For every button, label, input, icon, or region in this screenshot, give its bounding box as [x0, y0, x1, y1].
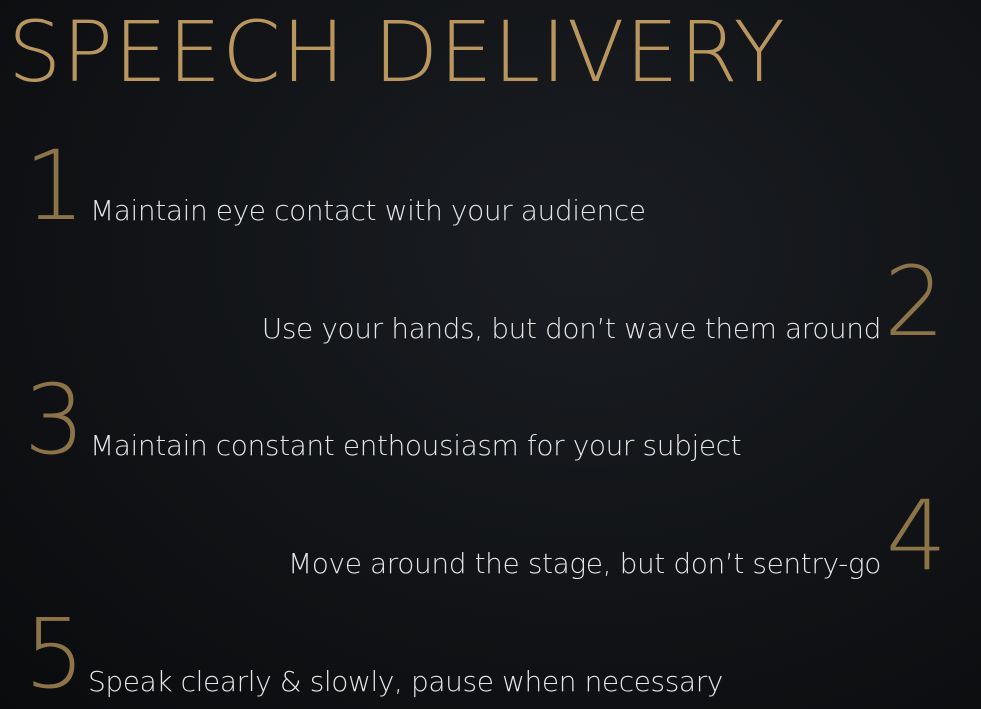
point-1-text: Maintain eye contact with your audience [90, 194, 646, 227]
point-2-number: 2 [883, 246, 945, 358]
point-3-text: Maintain constant enthousiasm for your s… [90, 429, 742, 462]
point-2-text: Use your hands, but don’t wave them arou… [261, 312, 882, 345]
point-5-text: Speak clearly & slowly, pause when neces… [88, 665, 723, 698]
slide: SPEECH DELIVERY 1 Maintain eye contact w… [0, 0, 981, 709]
slide-title: SPEECH DELIVERY [8, 3, 786, 101]
point-4-text: Move around the stage, but don’t sentry-… [288, 547, 881, 580]
point-1-number: 1 [24, 130, 86, 242]
point-4-number: 4 [885, 480, 947, 592]
point-5-number: 5 [24, 598, 86, 709]
point-3-number: 3 [24, 364, 86, 476]
